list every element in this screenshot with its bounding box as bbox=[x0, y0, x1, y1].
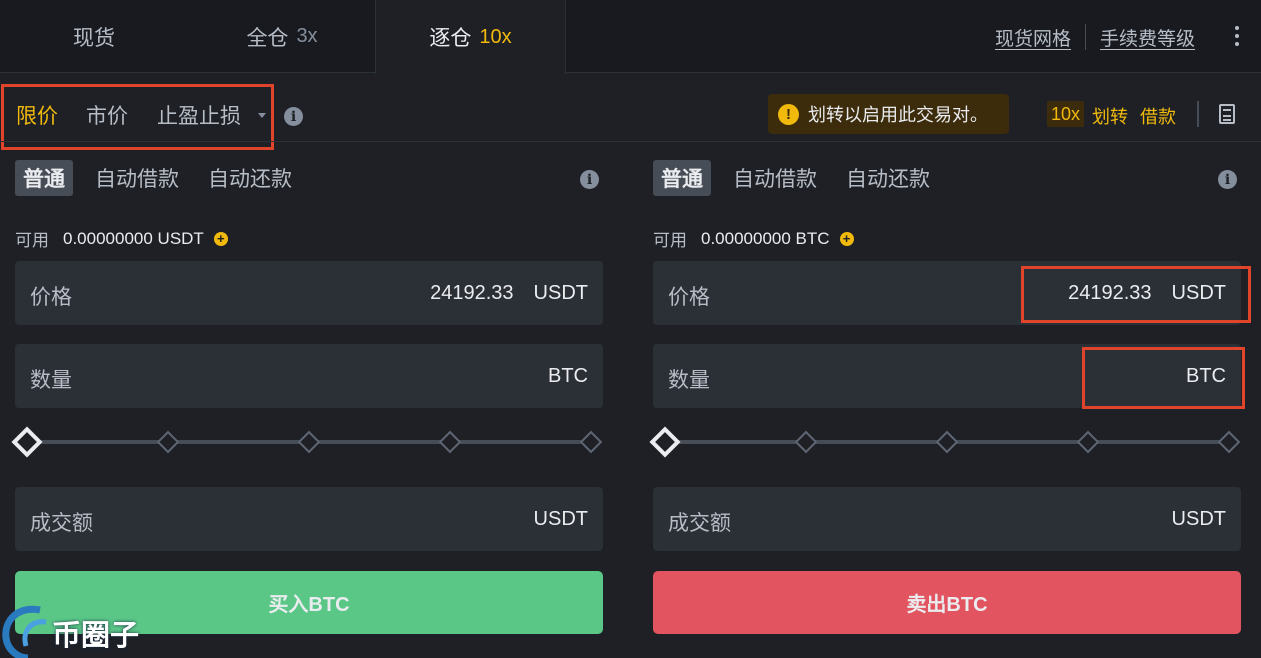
slider-mark-75[interactable] bbox=[1076, 430, 1100, 454]
calculator-icon[interactable] bbox=[1219, 104, 1235, 124]
tab-isolated-label: 逐仓 bbox=[429, 27, 472, 50]
price-label: 价格 bbox=[668, 286, 710, 309]
slider-handle[interactable] bbox=[649, 426, 681, 458]
price-label: 价格 bbox=[30, 286, 72, 309]
price-field[interactable]: 价格 24192.33 USDT bbox=[15, 261, 603, 325]
mode-auto-borrow[interactable]: 自动借款 bbox=[95, 160, 179, 196]
available-label: 可用 bbox=[15, 231, 49, 250]
tab-cross-margin[interactable]: 全仓 3x bbox=[188, 0, 376, 73]
mode-normal[interactable]: 普通 bbox=[653, 160, 711, 196]
info-icon[interactable]: i bbox=[284, 107, 303, 126]
amount-label: 数量 bbox=[668, 369, 710, 392]
slider-mark-75[interactable] bbox=[438, 430, 462, 454]
info-icon[interactable]: i bbox=[1218, 170, 1237, 189]
more-vertical-icon[interactable] bbox=[1228, 22, 1246, 52]
slider-mark-50[interactable] bbox=[935, 430, 959, 454]
leverage-badge[interactable]: 10x bbox=[1047, 101, 1085, 127]
tab-isolated-margin[interactable]: 逐仓 10x bbox=[375, 0, 566, 74]
available-value: 0.00000000 USDT bbox=[63, 228, 204, 248]
slider-mark-25[interactable] bbox=[156, 430, 180, 454]
mode-normal[interactable]: 普通 bbox=[15, 160, 73, 196]
tab-spot[interactable]: 现货 bbox=[0, 0, 188, 73]
tab-cross-leverage: 3x bbox=[296, 25, 318, 47]
price-value: 24192.33 bbox=[430, 282, 514, 304]
plus-circle-icon[interactable]: + bbox=[839, 231, 854, 246]
total-label: 成交额 bbox=[30, 512, 93, 535]
tab-cross-label: 全仓 bbox=[246, 26, 289, 50]
slider-mark-100[interactable] bbox=[1217, 430, 1241, 454]
top-tab-bar: 现货 全仓 3x 逐仓 10x 现货网格 手续费等级 bbox=[0, 0, 1261, 74]
tab-spot-label: 现货 bbox=[73, 26, 115, 50]
sell-button[interactable]: 卖出BTC bbox=[653, 571, 1241, 634]
mode-auto-repay[interactable]: 自动还款 bbox=[846, 160, 930, 196]
transfer-notice: ! 划转以启用此交易对。 bbox=[768, 94, 1009, 134]
total-label: 成交额 bbox=[668, 512, 731, 535]
total-unit: USDT bbox=[533, 508, 588, 530]
price-highlight-box bbox=[1021, 266, 1251, 323]
slider-mark-100[interactable] bbox=[579, 430, 603, 454]
amount-field[interactable]: 数量 BTC bbox=[15, 344, 603, 408]
amount-unit: BTC bbox=[548, 365, 588, 387]
transfer-link[interactable]: 划转 bbox=[1092, 103, 1128, 129]
action-divider bbox=[1197, 101, 1199, 127]
available-balance: 可用 0.00000000 BTC + bbox=[653, 226, 854, 251]
mode-auto-repay[interactable]: 自动还款 bbox=[208, 160, 292, 196]
tab-isolated-leverage: 10x bbox=[479, 25, 512, 48]
info-icon[interactable]: i bbox=[580, 170, 599, 189]
amount-highlight-box bbox=[1082, 347, 1245, 409]
available-balance: 可用 0.00000000 USDT + bbox=[15, 226, 228, 251]
top-link-divider bbox=[1085, 24, 1086, 50]
spot-grid-link[interactable]: 现货网格 bbox=[995, 24, 1071, 51]
mode-auto-borrow[interactable]: 自动借款 bbox=[733, 160, 817, 196]
warning-icon: ! bbox=[778, 103, 799, 125]
slider-mark-50[interactable] bbox=[297, 430, 321, 454]
slider-mark-25[interactable] bbox=[794, 430, 818, 454]
slider-handle[interactable] bbox=[11, 426, 43, 458]
plus-circle-icon[interactable]: + bbox=[213, 231, 228, 246]
amount-label: 数量 bbox=[30, 369, 72, 392]
available-value: 0.00000000 BTC bbox=[701, 228, 830, 248]
total-field[interactable]: 成交额 USDT bbox=[653, 487, 1241, 551]
total-unit: USDT bbox=[1171, 508, 1226, 530]
notice-text: 划转以启用此交易对。 bbox=[808, 105, 988, 125]
watermark-text: 币圈子 bbox=[52, 618, 140, 652]
buy-panel: 普通 自动借款 自动还款 i 可用 0.00000000 USDT + 价格 2… bbox=[11, 142, 603, 658]
borrow-link[interactable]: 借款 bbox=[1140, 103, 1176, 129]
amount-slider[interactable] bbox=[649, 426, 1241, 458]
price-unit: USDT bbox=[533, 282, 588, 304]
available-label: 可用 bbox=[653, 231, 687, 250]
total-field[interactable]: 成交额 USDT bbox=[15, 487, 603, 551]
amount-slider[interactable] bbox=[11, 426, 603, 458]
fee-tier-link[interactable]: 手续费等级 bbox=[1100, 24, 1195, 51]
